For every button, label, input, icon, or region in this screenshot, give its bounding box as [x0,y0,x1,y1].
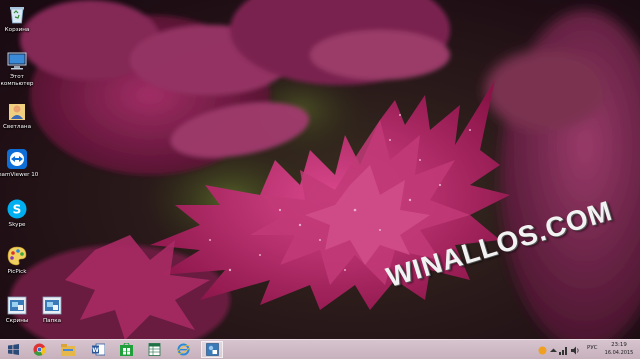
user-folder-icon [6,100,28,122]
show-hidden-icons-icon[interactable] [550,345,557,355]
desktop-icon-label: PicPick [7,269,27,275]
desktop-icon[interactable]: S Skype [0,198,39,229]
skype-icon: S [6,198,28,220]
desktop-icon-label: TeamViewer 10 [0,172,39,178]
teamviewer-icon [6,148,28,170]
network-icon[interactable] [559,345,568,355]
desktop-icon[interactable]: PicPick [0,245,39,276]
taskbar-chrome-button[interactable] [28,341,50,358]
desktop-icon-label: Skype [8,222,26,228]
internet-explorer-icon [176,343,190,356]
taskbar-word-button[interactable]: W [87,341,109,358]
windows-store-icon [119,343,133,356]
desktop-icon[interactable]: Этот компьютер [0,50,39,87]
tray-app-icon[interactable] [538,345,547,355]
input-language-indicator[interactable]: РУС [587,345,598,351]
taskbar-ie-button[interactable] [172,341,194,358]
photo-app-icon [205,343,219,356]
computer-icon [6,50,28,72]
volume-icon[interactable] [571,345,580,355]
desktop-icon-label: Корзина [4,27,30,33]
desktop-icon-label: Папка [42,318,62,324]
desktop-icon[interactable]: TeamViewer 10 [0,148,39,179]
taskbar-explorer-button[interactable] [57,341,79,358]
svg-text:W: W [92,347,99,354]
taskbar-excel-button[interactable] [143,341,165,358]
taskbar: W РУС 23:19 16.04.2015 [0,339,640,359]
folder-icon [41,294,63,316]
folder-icon [6,294,28,316]
word-icon: W [91,343,105,356]
desktop-icon[interactable]: Корзина [0,3,39,34]
svg-text:S: S [13,203,22,217]
clock-time[interactable]: 23:19 [604,342,634,348]
file-explorer-icon [61,343,75,356]
excel-icon [148,343,160,356]
taskbar-photos-button[interactable] [201,341,223,358]
chrome-icon [32,343,46,356]
picpick-icon [6,245,28,267]
desktop-icon[interactable]: Папка [30,294,74,325]
taskbar-store-button[interactable] [115,341,137,358]
windows-logo-icon [7,344,19,355]
desktop-wallpaper [0,0,640,359]
clock-date[interactable]: 16.04.2015 [602,350,636,356]
start-button[interactable] [2,341,24,358]
desktop-icon-label: Светлана [3,124,31,130]
recycle-bin-icon [6,3,28,25]
desktop-icon[interactable]: Светлана [0,100,39,131]
desktop-icon-label: Этот компьютер [0,74,34,87]
